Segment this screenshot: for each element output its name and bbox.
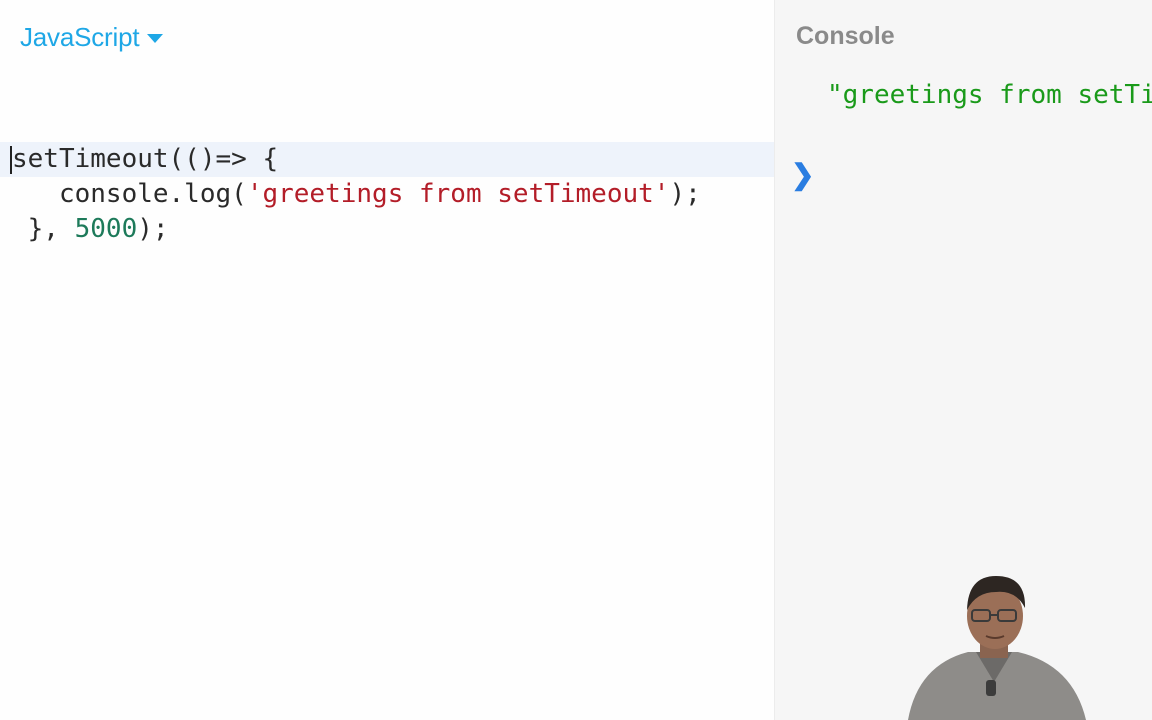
- presenter-webcam-image: [898, 570, 1090, 720]
- code-token: );: [137, 214, 169, 244]
- console-title: Console: [796, 22, 895, 50]
- language-dropdown[interactable]: JavaScript: [20, 20, 164, 54]
- code-token: 5000: [74, 214, 138, 244]
- code-line[interactable]: console.log('greetings from setTimeout')…: [0, 177, 774, 212]
- code-token: );: [669, 179, 701, 209]
- code-token: },: [12, 214, 75, 244]
- text-cursor: [10, 146, 12, 174]
- code-line[interactable]: setTimeout(()=> {: [0, 142, 774, 177]
- editor-pane: JavaScript setTimeout(()=> { console.log…: [0, 0, 775, 720]
- language-label: JavaScript: [20, 21, 140, 52]
- code-token: 'greetings from setTimeout': [246, 179, 670, 209]
- app-window: JavaScript setTimeout(()=> { console.log…: [0, 0, 1152, 720]
- code-line[interactable]: }, 5000);: [0, 212, 774, 247]
- console-pane: Console "greetings from setTimeout" ❯: [775, 0, 1152, 720]
- chevron-right-icon[interactable]: ❯: [791, 158, 814, 191]
- code-token: setTimeout(()=> {: [12, 144, 279, 174]
- code-token: console.log(: [12, 179, 247, 209]
- console-output-line: "greetings from setTimeout": [827, 80, 1152, 110]
- code-editor[interactable]: setTimeout(()=> { console.log('greetings…: [0, 142, 774, 247]
- caret-down-icon: [147, 34, 164, 43]
